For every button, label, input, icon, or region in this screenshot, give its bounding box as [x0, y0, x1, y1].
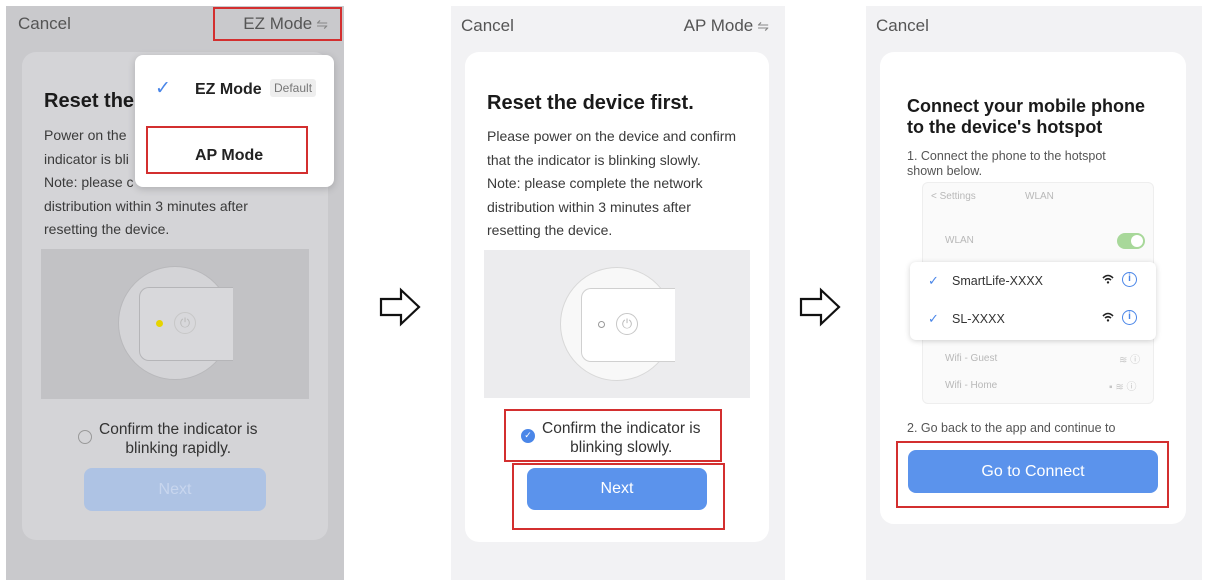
device-zoom-circle: ⏻: [560, 267, 675, 381]
device-illustration: ⏻: [484, 250, 750, 398]
network-item-home: Wifi - Home: [945, 380, 998, 391]
go-to-connect-button[interactable]: Go to Connect: [908, 450, 1158, 493]
wlan-label: WLAN: [945, 235, 974, 246]
default-badge: Default: [270, 79, 317, 97]
mode-switch-button[interactable]: EZ Mode ⇋: [243, 14, 328, 34]
network-item-guest: Wifi - Guest: [945, 353, 998, 364]
check-icon: ✓: [928, 273, 939, 288]
instruction-line: that the indicator is blinking slowly.: [487, 151, 701, 168]
confirm-label-line: Confirm the indicator is: [99, 421, 258, 438]
wifi-icon: [1102, 272, 1114, 287]
instruction-line: distribution within 3 minutes after: [44, 197, 248, 214]
power-icon: ⏻: [616, 313, 638, 335]
card-title-line: Connect your mobile phone: [907, 96, 1146, 116]
check-icon: ✓: [928, 311, 939, 326]
confirm-label-line: Confirm the indicator is: [542, 420, 701, 437]
device-body: ⏻: [581, 288, 675, 362]
settings-title: WLAN: [1025, 191, 1054, 202]
switch-icon: ⇋: [757, 17, 769, 34]
info-icon[interactable]: i: [1122, 310, 1137, 325]
check-icon: ✓: [155, 78, 171, 99]
card-title: Reset the device first.: [487, 92, 694, 114]
wifi-icon: ≋ ⓘ: [1119, 355, 1141, 366]
switch-icon: ⇋: [316, 15, 328, 32]
radio-checked-icon: ✓: [521, 429, 535, 443]
confirm-indicator-checkbox[interactable]: ✓ Confirm the indicator is blinking slow…: [521, 419, 701, 457]
cancel-button[interactable]: Cancel: [18, 14, 71, 34]
cancel-button[interactable]: Cancel: [876, 16, 929, 36]
mode-switch-button[interactable]: AP Mode ⇋: [684, 16, 769, 36]
arrow-right-icon: [799, 287, 841, 327]
arrow-right-icon: [379, 287, 421, 327]
card-title: Reset the: [44, 90, 135, 112]
next-button[interactable]: Next: [527, 468, 707, 510]
mode-dropdown: ✓ EZ Mode Default AP Mode: [135, 55, 334, 187]
instruction-line: Please power on the device and confirm: [487, 128, 737, 144]
card-title: Connect your mobile phone to the device'…: [907, 96, 1145, 138]
instruction-line: resetting the device.: [44, 221, 170, 237]
step-1-line: shown below.: [907, 164, 983, 178]
network-name: SmartLife-XXXX: [952, 274, 1044, 288]
info-icon[interactable]: i: [1122, 272, 1137, 287]
radio-unchecked-icon: [78, 430, 92, 444]
cancel-button[interactable]: Cancel: [461, 16, 514, 36]
hotspot-network-list: ✓ SmartLife-XXXX i ✓ SL-XXXX i: [910, 262, 1156, 340]
confirm-label: Confirm the indicator is blinking rapidl…: [99, 420, 258, 458]
next-button-disabled[interactable]: Next: [84, 468, 266, 511]
dropdown-item-ez-mode[interactable]: EZ Mode: [195, 81, 262, 99]
dropdown-item-ap-mode[interactable]: AP Mode: [195, 147, 263, 165]
step-2-text: 2. Go back to the app and continue to: [907, 421, 1116, 435]
card-instructions: Please power on the device and confirm t…: [487, 125, 767, 243]
device-illustration: ⏻: [41, 249, 309, 399]
device-zoom-circle: ⏻: [118, 266, 233, 380]
settings-back-link: < Settings: [931, 191, 976, 202]
confirm-label: Confirm the indicator is blinking slowly…: [542, 419, 701, 457]
card-title-line: to the device's hotspot: [907, 117, 1103, 137]
instruction-line: distribution within 3 minutes after: [487, 198, 691, 215]
network-name: SL-XXXX: [952, 312, 1005, 326]
connect-hotspot-screen: Cancel Connect your mobile phone to the …: [866, 6, 1202, 580]
indicator-light: [156, 320, 163, 327]
ap-mode-screen: Cancel AP Mode ⇋ Reset the device first.…: [451, 6, 785, 580]
wlan-toggle: [1117, 233, 1145, 249]
device-body: ⏻: [139, 287, 233, 361]
step-1-line: 1. Connect the phone to the hotspot: [907, 149, 1106, 163]
network-item-sl[interactable]: ✓ SL-XXXX i: [910, 300, 1156, 338]
power-icon: ⏻: [174, 312, 196, 334]
step-1-text: 1. Connect the phone to the hotspot show…: [907, 149, 1106, 179]
ez-mode-screen: Cancel EZ Mode ⇋ Reset the Power on the …: [6, 6, 344, 580]
confirm-label-line: blinking slowly.: [570, 439, 673, 456]
network-item-smartlife[interactable]: ✓ SmartLife-XXXX i: [910, 262, 1156, 300]
wifi-icon: [1102, 310, 1114, 325]
instruction-line: Note: please complete the network: [487, 175, 703, 191]
confirm-indicator-checkbox[interactable]: Confirm the indicator is blinking rapidl…: [78, 420, 258, 458]
indicator-light: [598, 321, 605, 328]
instruction-line: resetting the device.: [487, 222, 613, 238]
confirm-label-line: blinking rapidly.: [125, 440, 232, 457]
mode-label: EZ Mode: [243, 14, 313, 33]
lock-wifi-icon: ▪ ≋ ⓘ: [1109, 382, 1137, 393]
mode-label: AP Mode: [683, 16, 754, 35]
